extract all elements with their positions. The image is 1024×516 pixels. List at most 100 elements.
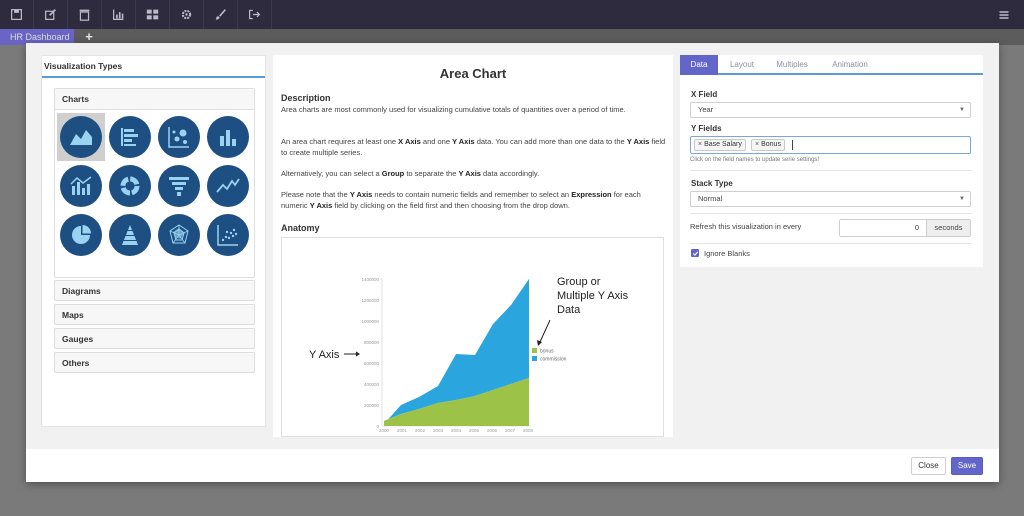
charts-section-header[interactable]: Charts (55, 89, 254, 110)
y-axis-annotation: Y Axis (309, 349, 340, 361)
chart-type-title: Area Chart (439, 66, 507, 81)
close-button[interactable]: Close (911, 457, 946, 475)
chart-type-gantt[interactable] (106, 113, 154, 161)
top-toolbar (0, 0, 1024, 29)
title-underline (42, 76, 265, 78)
line-chart-icon (207, 165, 249, 207)
chart-type-pie[interactable] (57, 211, 105, 259)
tab-multiples[interactable]: Multiples (766, 55, 818, 75)
y-field-chip-base-salary[interactable]: × Base Salary (694, 139, 746, 151)
chart-type-bubble[interactable] (155, 113, 203, 161)
chart-type-pyramid[interactable] (106, 211, 154, 259)
anatomy-image: 1400000 1200000 1000000 800000 600000 40… (281, 237, 664, 437)
column-chart-icon (207, 116, 249, 158)
y-tick-label: 400000 (364, 382, 380, 387)
dashboard-icon[interactable] (136, 0, 170, 29)
remove-chip-icon[interactable]: × (698, 141, 702, 148)
chart-type-scatter[interactable] (204, 211, 252, 259)
check-icon (692, 251, 698, 256)
divider (690, 243, 971, 244)
export-icon[interactable] (238, 0, 272, 29)
section-maps[interactable]: Maps (54, 304, 255, 325)
x-tick-label: 2001 (397, 428, 408, 433)
tab-data[interactable]: Data (680, 55, 718, 75)
divider (690, 213, 971, 214)
brush-icon[interactable] (204, 0, 238, 29)
legend-label-commission: commission (540, 357, 567, 363)
trash-icon[interactable] (68, 0, 102, 29)
y-tick-label: 1400000 (361, 277, 379, 282)
chart-type-radar[interactable] (155, 211, 203, 259)
stack-type-select[interactable]: Normal ▼ (690, 191, 971, 207)
settings-tabs: Data Layout Multiples Animation (680, 55, 983, 75)
y-fields-label: Y Fields (691, 124, 722, 133)
area-chart-icon (60, 116, 102, 158)
modal-body: Visualization Types Charts Diagrams Maps… (26, 43, 999, 449)
ignore-blanks-checkbox[interactable] (691, 249, 699, 257)
anatomy-heading: Anatomy (281, 223, 320, 233)
y-axis-arrowhead (356, 351, 360, 357)
chart-type-area[interactable] (57, 113, 105, 161)
group-arrow (539, 319, 551, 343)
refresh-interval-input[interactable]: 0 (839, 219, 927, 237)
y-fields-hint: Click on the field names to update serie… (690, 157, 820, 163)
tab-layout[interactable]: Layout (720, 55, 764, 75)
section-gauges[interactable]: Gauges (54, 328, 255, 349)
x-field-select[interactable]: Year ▼ (690, 102, 971, 118)
refresh-label: Refresh this visualization in every (690, 222, 802, 231)
radar-chart-icon (158, 214, 200, 256)
legend-swatch-commission (532, 356, 537, 361)
donut-chart-icon (109, 165, 151, 207)
scatter-chart-icon (207, 214, 249, 256)
y-fields-input[interactable]: × Base Salary × Bonus (690, 136, 971, 154)
description-paragraph-3: Alternatively, you can select a Group to… (281, 169, 540, 178)
visualization-modal: Visualization Types Charts Diagrams Maps… (26, 43, 999, 482)
pyramid-chart-icon (109, 214, 151, 256)
group-annotation-line2: Multiple Y Axis (557, 290, 629, 302)
edit-icon[interactable] (34, 0, 68, 29)
x-tick-label: 2006 (487, 428, 498, 433)
text-cursor (792, 140, 793, 150)
save-icon[interactable] (0, 0, 34, 29)
group-annotation-line1: Group or (557, 276, 601, 288)
description-heading: Description (281, 93, 331, 103)
tab-animation[interactable]: Animation (820, 55, 880, 75)
section-diagrams[interactable]: Diagrams (54, 280, 255, 301)
section-others[interactable]: Others (54, 352, 255, 373)
funnel-chart-icon (158, 165, 200, 207)
description-paragraph-1: Area charts are most commonly used for v… (281, 105, 626, 114)
menu-icon[interactable] (992, 0, 1016, 29)
save-button[interactable]: Save (951, 457, 983, 475)
chart-type-funnel[interactable] (155, 162, 203, 210)
chart-type-column[interactable] (204, 113, 252, 161)
gantt-chart-icon (109, 116, 151, 158)
y-tick-label: 800000 (364, 340, 380, 345)
x-tick-label: 2008 (523, 428, 534, 433)
x-field-label: X Field (691, 90, 718, 99)
caret-down-icon: ▼ (959, 107, 965, 113)
y-tick-label: 200000 (364, 403, 380, 408)
group-arrowhead (537, 340, 542, 346)
divider (690, 170, 971, 171)
stack-type-label: Stack Type (691, 179, 733, 188)
caret-down-icon: ▼ (959, 196, 965, 202)
x-tick-label: 2004 (451, 428, 462, 433)
chart-type-line[interactable] (204, 162, 252, 210)
visualization-types-title: Visualization Types (44, 61, 123, 71)
combo-chart-icon (60, 165, 102, 207)
chart-type-donut[interactable] (106, 162, 154, 210)
gear-icon[interactable] (170, 0, 204, 29)
x-tick-label: 2002 (415, 428, 426, 433)
refresh-unit-addon: seconds (926, 219, 971, 237)
y-tick-label: 600000 (364, 361, 380, 366)
ignore-blanks-label[interactable]: Ignore Blanks (704, 249, 750, 258)
y-field-chip-bonus[interactable]: × Bonus (751, 139, 785, 151)
bar-chart-icon[interactable] (102, 0, 136, 29)
chart-type-combo[interactable] (57, 162, 105, 210)
pie-chart-icon (60, 214, 102, 256)
x-field-value: Year (698, 105, 714, 114)
x-tick-label: 2003 (433, 428, 444, 433)
remove-chip-icon[interactable]: × (755, 141, 759, 148)
description-paragraph-4: Please note that the Y Axis needs to con… (281, 190, 641, 210)
group-annotation-line3: Data (557, 304, 581, 316)
